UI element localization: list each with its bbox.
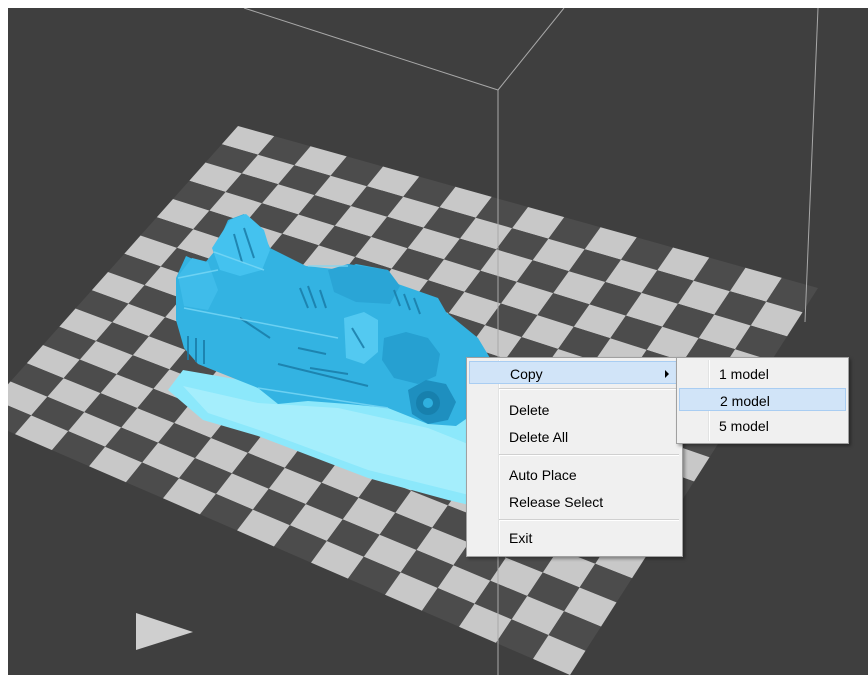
menu-separator bbox=[499, 519, 679, 521]
menu-item-auto-place[interactable]: Auto Place bbox=[469, 463, 680, 486]
submenu-item-5-model[interactable]: 5 model bbox=[679, 414, 846, 437]
menu-separator bbox=[499, 454, 679, 456]
menu-item-release-select[interactable]: Release Select bbox=[469, 490, 680, 513]
menu-item-delete-label: Delete bbox=[509, 402, 550, 418]
submenu-item-2-model-label: 2 model bbox=[720, 393, 770, 409]
menu-item-release-select-label: Release Select bbox=[509, 494, 604, 510]
3d-viewport[interactable] bbox=[8, 8, 868, 675]
submenu-item-2-model[interactable]: 2 model bbox=[679, 388, 846, 411]
copy-submenu: 1 model 2 model 5 model bbox=[676, 357, 849, 444]
menu-item-delete-all-label: Delete All bbox=[509, 429, 569, 445]
menu-item-delete-all[interactable]: Delete All bbox=[469, 425, 680, 448]
submenu-item-1-model-label: 1 model bbox=[719, 366, 769, 382]
menu-item-exit[interactable]: Exit bbox=[469, 526, 680, 549]
menu-item-auto-place-label: Auto Place bbox=[509, 467, 577, 483]
submenu-arrow-icon bbox=[665, 370, 669, 378]
menu-item-copy-label: Copy bbox=[510, 366, 543, 382]
menu-separator bbox=[499, 388, 679, 390]
submenu-item-1-model[interactable]: 1 model bbox=[679, 362, 846, 385]
menu-item-delete[interactable]: Delete bbox=[469, 398, 680, 421]
scene-canvas[interactable] bbox=[8, 8, 868, 675]
menu-item-copy[interactable]: Copy bbox=[469, 361, 680, 384]
submenu-item-5-model-label: 5 model bbox=[719, 418, 769, 434]
menu-item-exit-label: Exit bbox=[509, 530, 533, 546]
context-menu: Copy Delete Delete All Auto Place Releas… bbox=[466, 357, 683, 557]
